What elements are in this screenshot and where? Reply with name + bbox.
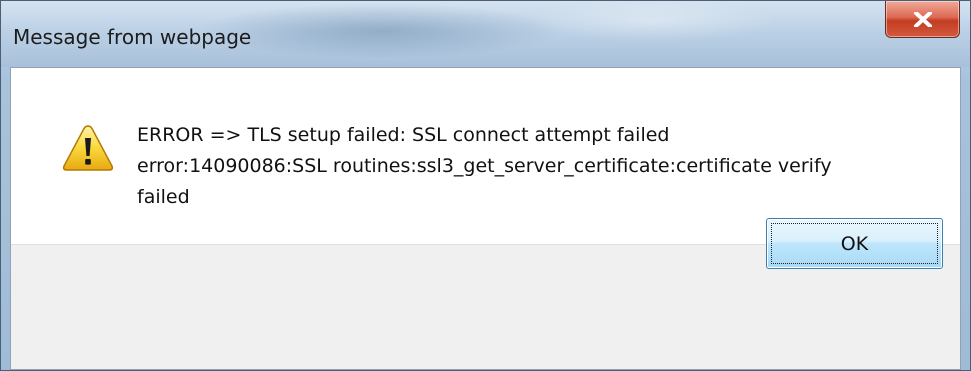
message-line: ERROR => TLS setup failed: SSL connect a… (137, 124, 670, 146)
ok-button[interactable]: OK (766, 218, 943, 269)
error-message: ERROR => TLS setup failed: SSL connect a… (137, 120, 937, 213)
message-line: failed (137, 186, 190, 208)
dialog-titlebar[interactable]: Message from webpage (1, 1, 970, 67)
ok-button-label: OK (771, 223, 938, 264)
warning-icon (62, 125, 114, 171)
close-button[interactable] (885, 1, 960, 38)
dialog-window: Message from webpage ERROR => TLS setup … (0, 0, 971, 371)
dialog-title: Message from webpage (13, 25, 252, 49)
message-line: error:14090086:SSL routines:ssl3_get_ser… (137, 155, 832, 177)
close-icon (914, 12, 932, 27)
